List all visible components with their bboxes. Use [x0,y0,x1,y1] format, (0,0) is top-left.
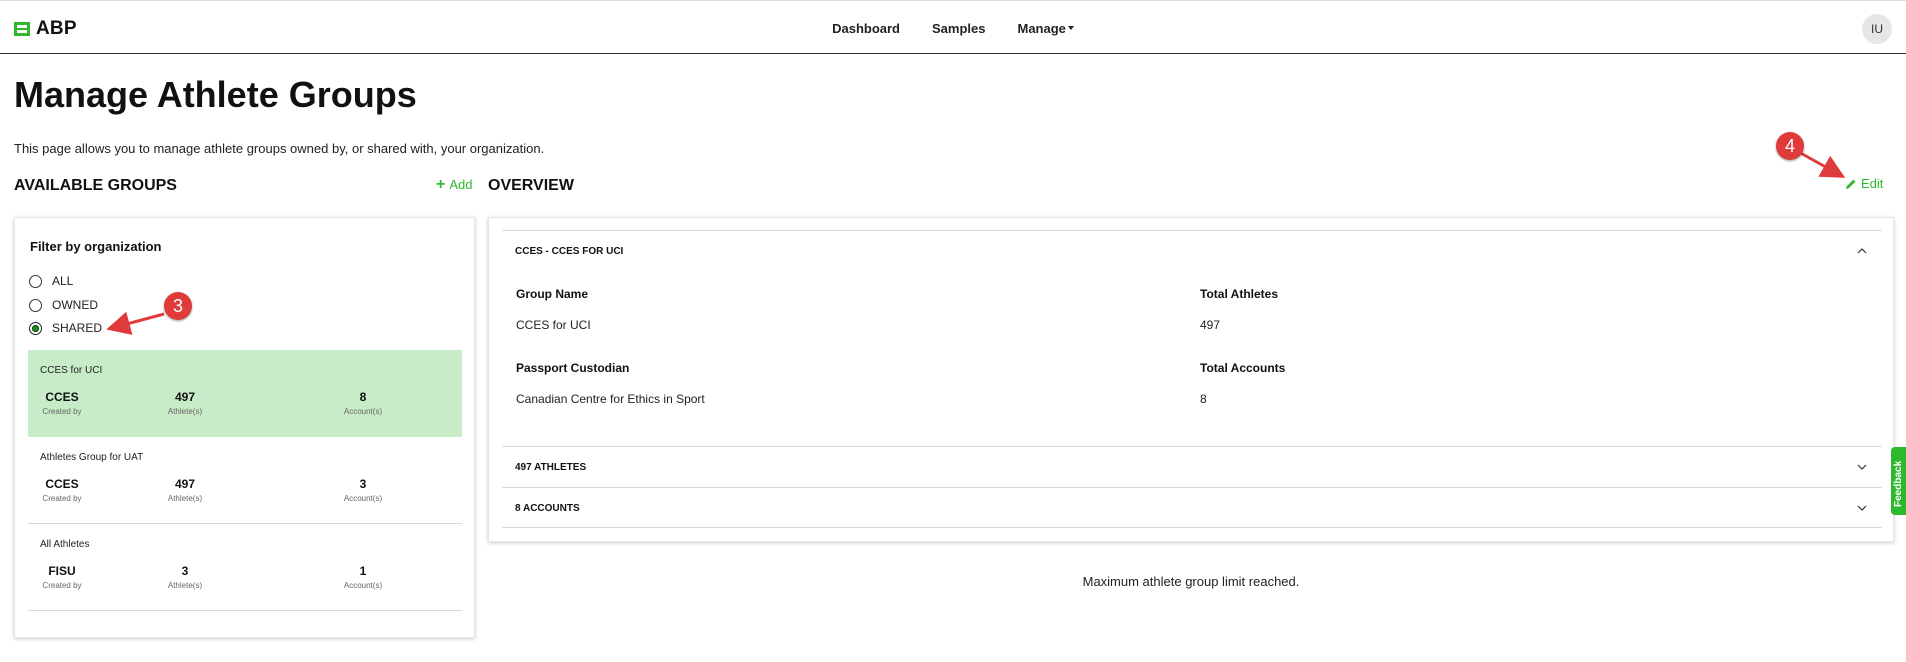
main-nav: Dashboard Samples Manage [0,1,1906,55]
radio-owned[interactable] [29,298,42,312]
accordion-title: CCES - CCES FOR UCI [515,246,624,257]
accordion-title: 497 ATHLETES [515,462,587,473]
filter-all-label: ALL [52,274,74,288]
edit-group-button[interactable]: Edit [1845,176,1883,191]
total-accounts-value: 8 [1200,392,1207,406]
group-athletes: 497 Athlete(s) [158,390,212,416]
feedback-tab[interactable]: Feedback [1891,447,1906,515]
group-athletes: 3 Athlete(s) [158,564,212,590]
filter-title: Filter by organization [30,239,162,254]
athletes-label: Athlete(s) [167,407,203,416]
group-limit-message: Maximum athlete group limit reached. [1082,574,1300,589]
groups-panel: Filter by organization ALL OWNED SHARED … [14,217,475,638]
group-name: CCES for UCI [40,365,103,376]
annotation-marker-3: 3 [164,292,192,320]
nav-manage-label: Manage [1017,20,1066,36]
athletes-label: Athlete(s) [167,494,203,503]
pencil-icon [1846,179,1856,189]
radio-all[interactable] [29,274,42,288]
group-name: Athletes Group for UAT [40,452,144,463]
accounts-value: 1 [359,564,367,578]
filter-all-option[interactable]: ALL [29,274,73,288]
plus-icon: + [436,175,446,193]
nav-samples[interactable]: Samples [916,21,1001,36]
athletes-label: Athlete(s) [167,581,203,590]
chevron-down-icon[interactable] [1857,503,1867,513]
radio-shared[interactable] [29,321,42,335]
accounts-label: Account(s) [343,407,383,416]
group-accounts: 8 Account(s) [333,390,393,416]
total-athletes-value: 497 [1200,318,1221,332]
edit-label: Edit [1861,176,1884,191]
created-by-value: FISU [48,564,76,578]
accounts-label: Account(s) [343,494,383,503]
brand-logo[interactable]: ABP [14,18,77,40]
group-created-by: CCES Created by [40,390,84,416]
total-athletes-label: Total Athletes [1200,287,1279,301]
page-description: This page allows you to manage athlete g… [14,141,545,156]
accounts-label: Account(s) [343,581,383,590]
group-list-item[interactable]: All Athletes FISU Created by 3 Athlete(s… [28,524,462,611]
nav-samples-label: Samples [932,20,986,36]
created-by-label: Created by [42,407,82,416]
annotation-marker-4: 4 [1776,132,1804,160]
chevron-down-icon[interactable] [1857,462,1867,472]
overview-title: OVERVIEW [488,177,574,194]
page-title: Manage Athlete Groups [14,74,417,115]
nav-dashboard[interactable]: Dashboard [816,21,916,36]
accordion-accounts[interactable]: 8 ACCOUNTS [502,487,1882,528]
feedback-label: Feedback [1893,460,1904,507]
group-accounts: 3 Account(s) [333,477,393,503]
accordion-group-details[interactable]: CCES - CCES FOR UCI [502,230,1882,271]
athletes-value: 3 [181,564,189,578]
available-groups-title: AVAILABLE GROUPS [14,177,177,194]
total-accounts-label: Total Accounts [1200,361,1286,375]
nav-manage-dropdown[interactable]: Manage [1001,21,1089,36]
group-created-by: FISU Created by [40,564,84,590]
caret-down-icon [1067,26,1074,30]
accounts-value: 8 [359,390,367,404]
group-athletes: 497 Athlete(s) [158,477,212,503]
athletes-value: 497 [174,390,196,404]
add-group-button[interactable]: + Add [436,175,473,193]
group-created-by: CCES Created by [40,477,84,503]
custodian-value: Canadian Centre for Ethics in Sport [516,392,705,406]
filter-shared-label: SHARED [52,321,103,335]
created-by-label: Created by [42,494,82,503]
filter-owned-label: OWNED [52,298,98,312]
group-accounts: 1 Account(s) [333,564,393,590]
accordion-title: 8 ACCOUNTS [515,503,580,514]
group-list-item[interactable]: Athletes Group for UAT CCES Created by 4… [28,437,462,524]
overview-panel: CCES - CCES FOR UCI Group Name CCES for … [488,217,1894,542]
nav-dashboard-label: Dashboard [832,20,900,36]
filter-shared-option[interactable]: SHARED [29,321,102,335]
filter-owned-option[interactable]: OWNED [29,298,98,312]
group-name-label: Group Name [516,287,589,301]
chevron-up-icon[interactable] [1857,246,1867,256]
group-list-item[interactable]: CCES for UCI CCES Created by 497 Athlete… [28,350,462,437]
custodian-label: Passport Custodian [516,361,630,375]
group-name: All Athletes [40,539,90,550]
top-navbar: Dashboard Samples Manage ABP IU [0,0,1906,54]
created-by-label: Created by [42,581,82,590]
accordion-athletes[interactable]: 497 ATHLETES [502,446,1882,487]
athletes-value: 497 [174,477,196,491]
logo-icon [14,22,30,36]
group-name-value: CCES for UCI [516,318,591,332]
user-avatar[interactable]: IU [1862,14,1892,44]
accounts-value: 3 [359,477,367,491]
brand-name: ABP [36,18,77,39]
created-by-value: CCES [45,477,79,491]
add-group-label: Add [449,177,473,192]
created-by-value: CCES [45,390,79,404]
